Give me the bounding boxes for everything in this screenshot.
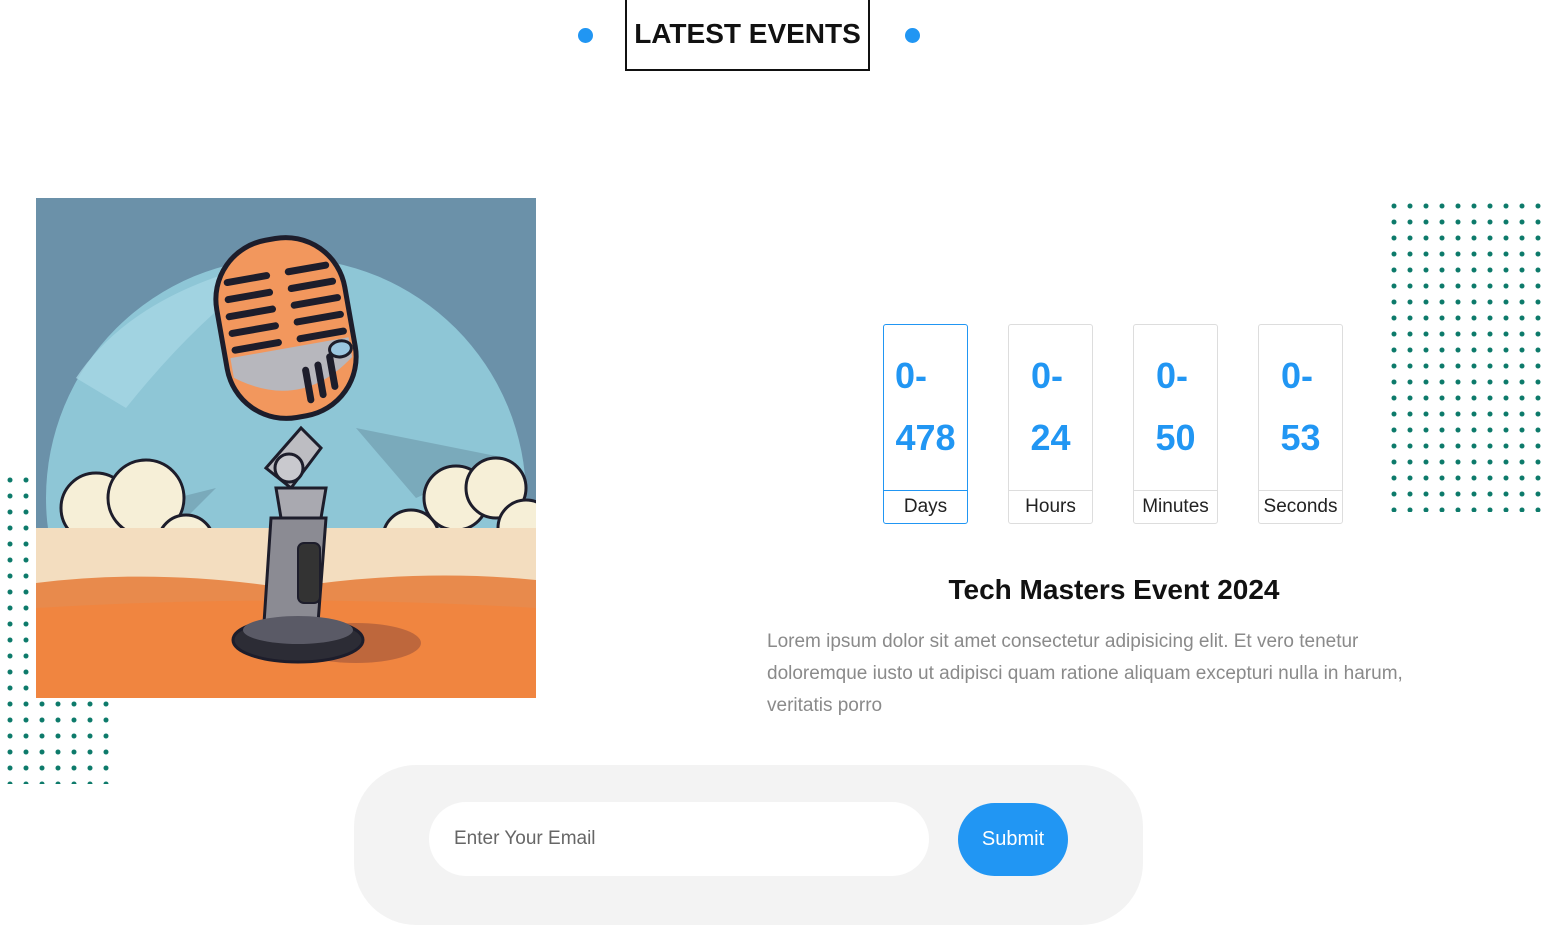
event-image	[36, 198, 536, 698]
countdown-seconds-label: Seconds	[1259, 490, 1342, 523]
submit-button[interactable]: Submit	[958, 803, 1068, 876]
countdown-seconds: 0- 53 Seconds	[1258, 324, 1343, 524]
countdown-days-label: Days	[884, 490, 967, 523]
countdown-hours-value: 0- 24	[1009, 345, 1092, 490]
countdown-seconds-number: 53	[1280, 417, 1321, 458]
countdown-minutes-value: 0- 50	[1134, 345, 1217, 490]
countdown-days: 0- 478 Days	[883, 324, 968, 524]
countdown-days-value: 0- 478	[884, 345, 967, 490]
countdown-seconds-value: 0- 53	[1259, 345, 1342, 490]
microphone-illustration-icon	[36, 198, 536, 698]
countdown-minutes-prefix: 0-	[1156, 355, 1189, 396]
countdown-days-prefix: 0-	[895, 355, 928, 396]
countdown-minutes: 0- 50 Minutes	[1133, 324, 1218, 524]
email-input[interactable]	[429, 802, 929, 876]
section-header: LATEST EVENTS	[0, 0, 1547, 80]
countdown-days-number: 478	[895, 417, 956, 458]
countdown-seconds-prefix: 0-	[1281, 355, 1314, 396]
event-description: Lorem ipsum dolor sit amet consectetur a…	[767, 631, 1403, 716]
title-dot-left	[578, 28, 593, 43]
dot-pattern-right	[1384, 196, 1547, 512]
event-title: Tech Masters Event 2024	[948, 574, 1280, 605]
countdown-hours-label: Hours	[1009, 490, 1092, 523]
countdown-minutes-number: 50	[1155, 417, 1196, 458]
subscribe-form: Submit	[354, 765, 1143, 925]
countdown-hours-number: 24	[1030, 417, 1071, 458]
countdown-timer: 0- 478 Days 0- 24 Hours 0- 50 Minutes 0-…	[883, 324, 1345, 526]
section-title: LATEST EVENTS	[625, 0, 870, 71]
countdown-hours: 0- 24 Hours	[1008, 324, 1093, 524]
title-dot-right	[905, 28, 920, 43]
countdown-minutes-label: Minutes	[1134, 490, 1217, 523]
countdown-hours-prefix: 0-	[1031, 355, 1064, 396]
